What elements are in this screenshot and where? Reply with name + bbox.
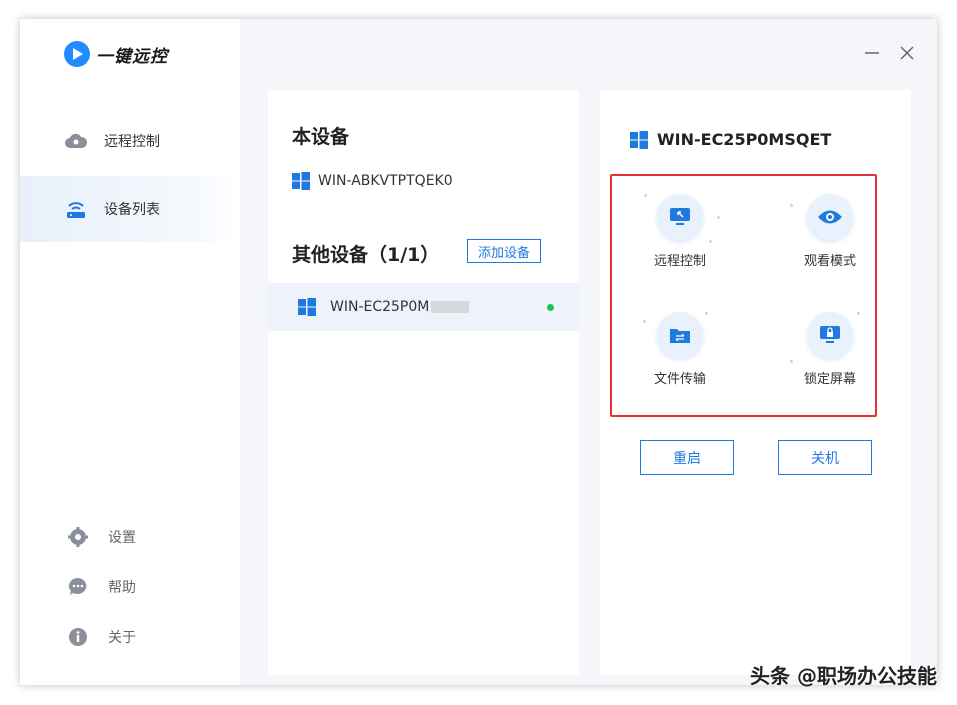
logo-icon: [64, 41, 90, 67]
sidebar-item-device-list[interactable]: 设备列表: [20, 176, 240, 242]
sidebar: 一键远控 远程控制 设备列表 设置 帮助 关于: [20, 19, 240, 685]
sidebar-item-label: 远程控制: [104, 134, 160, 150]
sidebar-item-label: 关于: [108, 630, 136, 646]
windows-icon: [292, 172, 310, 190]
add-device-button[interactable]: 添加设备: [467, 239, 541, 263]
shutdown-button[interactable]: 关机: [778, 440, 872, 475]
view-mode-action[interactable]: 观看模式: [785, 194, 875, 269]
app-logo: 一键远控: [64, 41, 168, 67]
sidebar-item-help[interactable]: 帮助: [20, 572, 240, 602]
sidebar-item-label: 帮助: [108, 580, 136, 596]
sidebar-item-remote-control[interactable]: 远程控制: [20, 108, 240, 174]
action-label: 文件传输: [653, 372, 706, 387]
windows-icon: [298, 298, 316, 316]
folder-transfer-icon: [657, 312, 703, 358]
device-list-panel: 本设备 WIN-ABKVTPTQEK0 其他设备（1/1） 添加设备 WIN-E…: [268, 90, 579, 675]
action-label: 观看模式: [803, 254, 856, 269]
this-device-row: WIN-ABKVTPTQEK0: [292, 172, 453, 190]
restart-button[interactable]: 重启: [640, 440, 734, 475]
watermark: 头条 @职场办公技能: [750, 664, 937, 688]
device-name: WIN-EC25P0M: [330, 299, 430, 315]
sidebar-item-label: 设备列表: [104, 202, 160, 218]
sidebar-item-settings[interactable]: 设置: [20, 522, 240, 552]
close-icon: [900, 46, 914, 60]
close-button[interactable]: [897, 43, 917, 63]
router-icon: [64, 197, 88, 221]
this-device-title: 本设备: [292, 126, 350, 148]
chat-help-icon: [66, 575, 90, 599]
redacted-text: [431, 301, 470, 313]
minimize-icon: [865, 52, 879, 54]
eye-icon: [807, 194, 853, 240]
this-device-name: WIN-ABKVTPTQEK0: [318, 173, 453, 189]
remote-desktop-icon: [657, 194, 703, 240]
device-detail-panel: WIN-EC25P0MSQET 远程控制 观看模式 文件传输 锁定屏幕 重启 关…: [600, 90, 911, 675]
app-window: 一键远控 远程控制 设备列表 设置 帮助 关于 本设备 WIN-ABKVTPTQ…: [20, 19, 937, 685]
online-status-dot: [547, 304, 554, 311]
remote-control-action[interactable]: 远程控制: [635, 194, 725, 269]
action-label: 远程控制: [653, 254, 706, 269]
minimize-button[interactable]: [862, 43, 882, 63]
action-label: 锁定屏幕: [803, 372, 856, 387]
lock-screen-icon: [807, 312, 853, 358]
windows-icon: [630, 130, 648, 149]
file-transfer-action[interactable]: 文件传输: [635, 312, 725, 387]
app-name: 一键远控: [96, 46, 168, 67]
lock-screen-action[interactable]: 锁定屏幕: [785, 312, 875, 387]
detail-header: WIN-EC25P0MSQET: [630, 130, 831, 149]
detail-device-name: WIN-EC25P0MSQET: [657, 130, 832, 149]
sidebar-item-about[interactable]: 关于: [20, 622, 240, 652]
other-devices-title: 其他设备（1/1）: [292, 244, 440, 266]
sidebar-item-label: 设置: [108, 530, 136, 546]
cloud-remote-icon: [64, 129, 88, 153]
info-icon: [66, 625, 90, 649]
gear-icon: [66, 525, 90, 549]
device-list-item[interactable]: WIN-EC25P0M: [268, 283, 579, 331]
